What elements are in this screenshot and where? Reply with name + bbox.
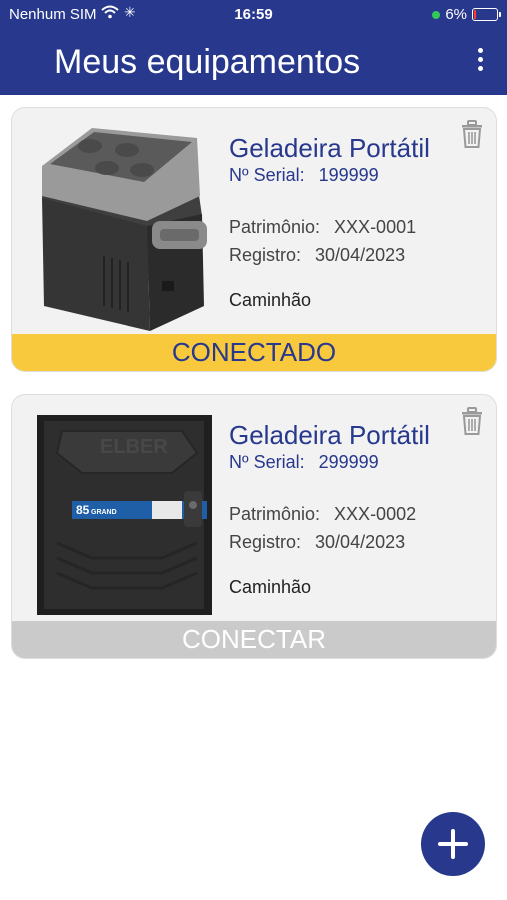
serial-label: Nº Serial: (229, 452, 305, 472)
device-registro: Registro: 30/04/2023 (229, 245, 405, 266)
device-location: Caminhão (229, 290, 312, 310)
trash-icon[interactable] (461, 407, 483, 435)
svg-text:85: 85 (76, 503, 90, 517)
registro-label: Registro: (229, 532, 302, 552)
patrimonio-label: Patrimônio: (229, 217, 321, 237)
patrimonio-value: XXX-0001 (334, 217, 417, 237)
registro-label: Registro: (229, 245, 302, 265)
connected-button[interactable]: CONECTADO (12, 334, 496, 371)
device-card[interactable]: ELBER 85 GRAND Geladeira Portátil Nº Ser… (11, 394, 497, 659)
add-device-button[interactable] (421, 812, 485, 876)
registro-value: 30/04/2023 (315, 245, 406, 265)
serial-label: Nº Serial: (229, 165, 305, 185)
registro-value: 30/04/2023 (315, 532, 406, 552)
serial-value: 199999 (318, 165, 379, 185)
device-name: Geladeira Portátil (229, 133, 430, 163)
device-registro: Registro: 30/04/2023 (229, 532, 405, 553)
status-bar: Nenhum SIM ✳ 16:59 6% (0, 0, 507, 28)
serial-value: 299999 (318, 452, 379, 472)
portable-fridge-image (42, 128, 207, 331)
device-serial: Nº Serial: 299999 (229, 452, 379, 473)
device-card[interactable]: Geladeira Portátil Nº Serial: 199999 Patr… (11, 107, 497, 372)
device-name: Geladeira Portátil (229, 420, 430, 450)
device-serial: Nº Serial: 199999 (229, 165, 379, 186)
battery-percent: 6% (445, 6, 467, 23)
patrimonio-value: XXX-0002 (334, 504, 417, 524)
battery-indicator: 6% (432, 6, 501, 23)
device-patrimonio: Patrimônio: XXX-0002 (229, 504, 416, 525)
clock: 16:59 (234, 6, 273, 23)
battery-icon (472, 8, 501, 21)
connect-button[interactable]: CONECTAR (12, 621, 496, 658)
page-title: Meus equipamentos (54, 43, 361, 81)
built-in-fridge-image: ELBER 85 GRAND (37, 415, 212, 615)
location-dot-icon (432, 10, 441, 19)
svg-text:GRAND: GRAND (91, 509, 117, 516)
svg-text:ELBER: ELBER (100, 436, 168, 458)
device-location: Caminhão (229, 577, 312, 597)
patrimonio-label: Patrimônio: (229, 504, 321, 524)
trash-icon[interactable] (461, 120, 483, 148)
more-vertical-icon[interactable] (468, 45, 492, 77)
device-patrimonio: Patrimônio: XXX-0001 (229, 217, 416, 238)
app-header: Nenhum SIM ✳ 16:59 6% Meus equipamentos (0, 0, 507, 95)
